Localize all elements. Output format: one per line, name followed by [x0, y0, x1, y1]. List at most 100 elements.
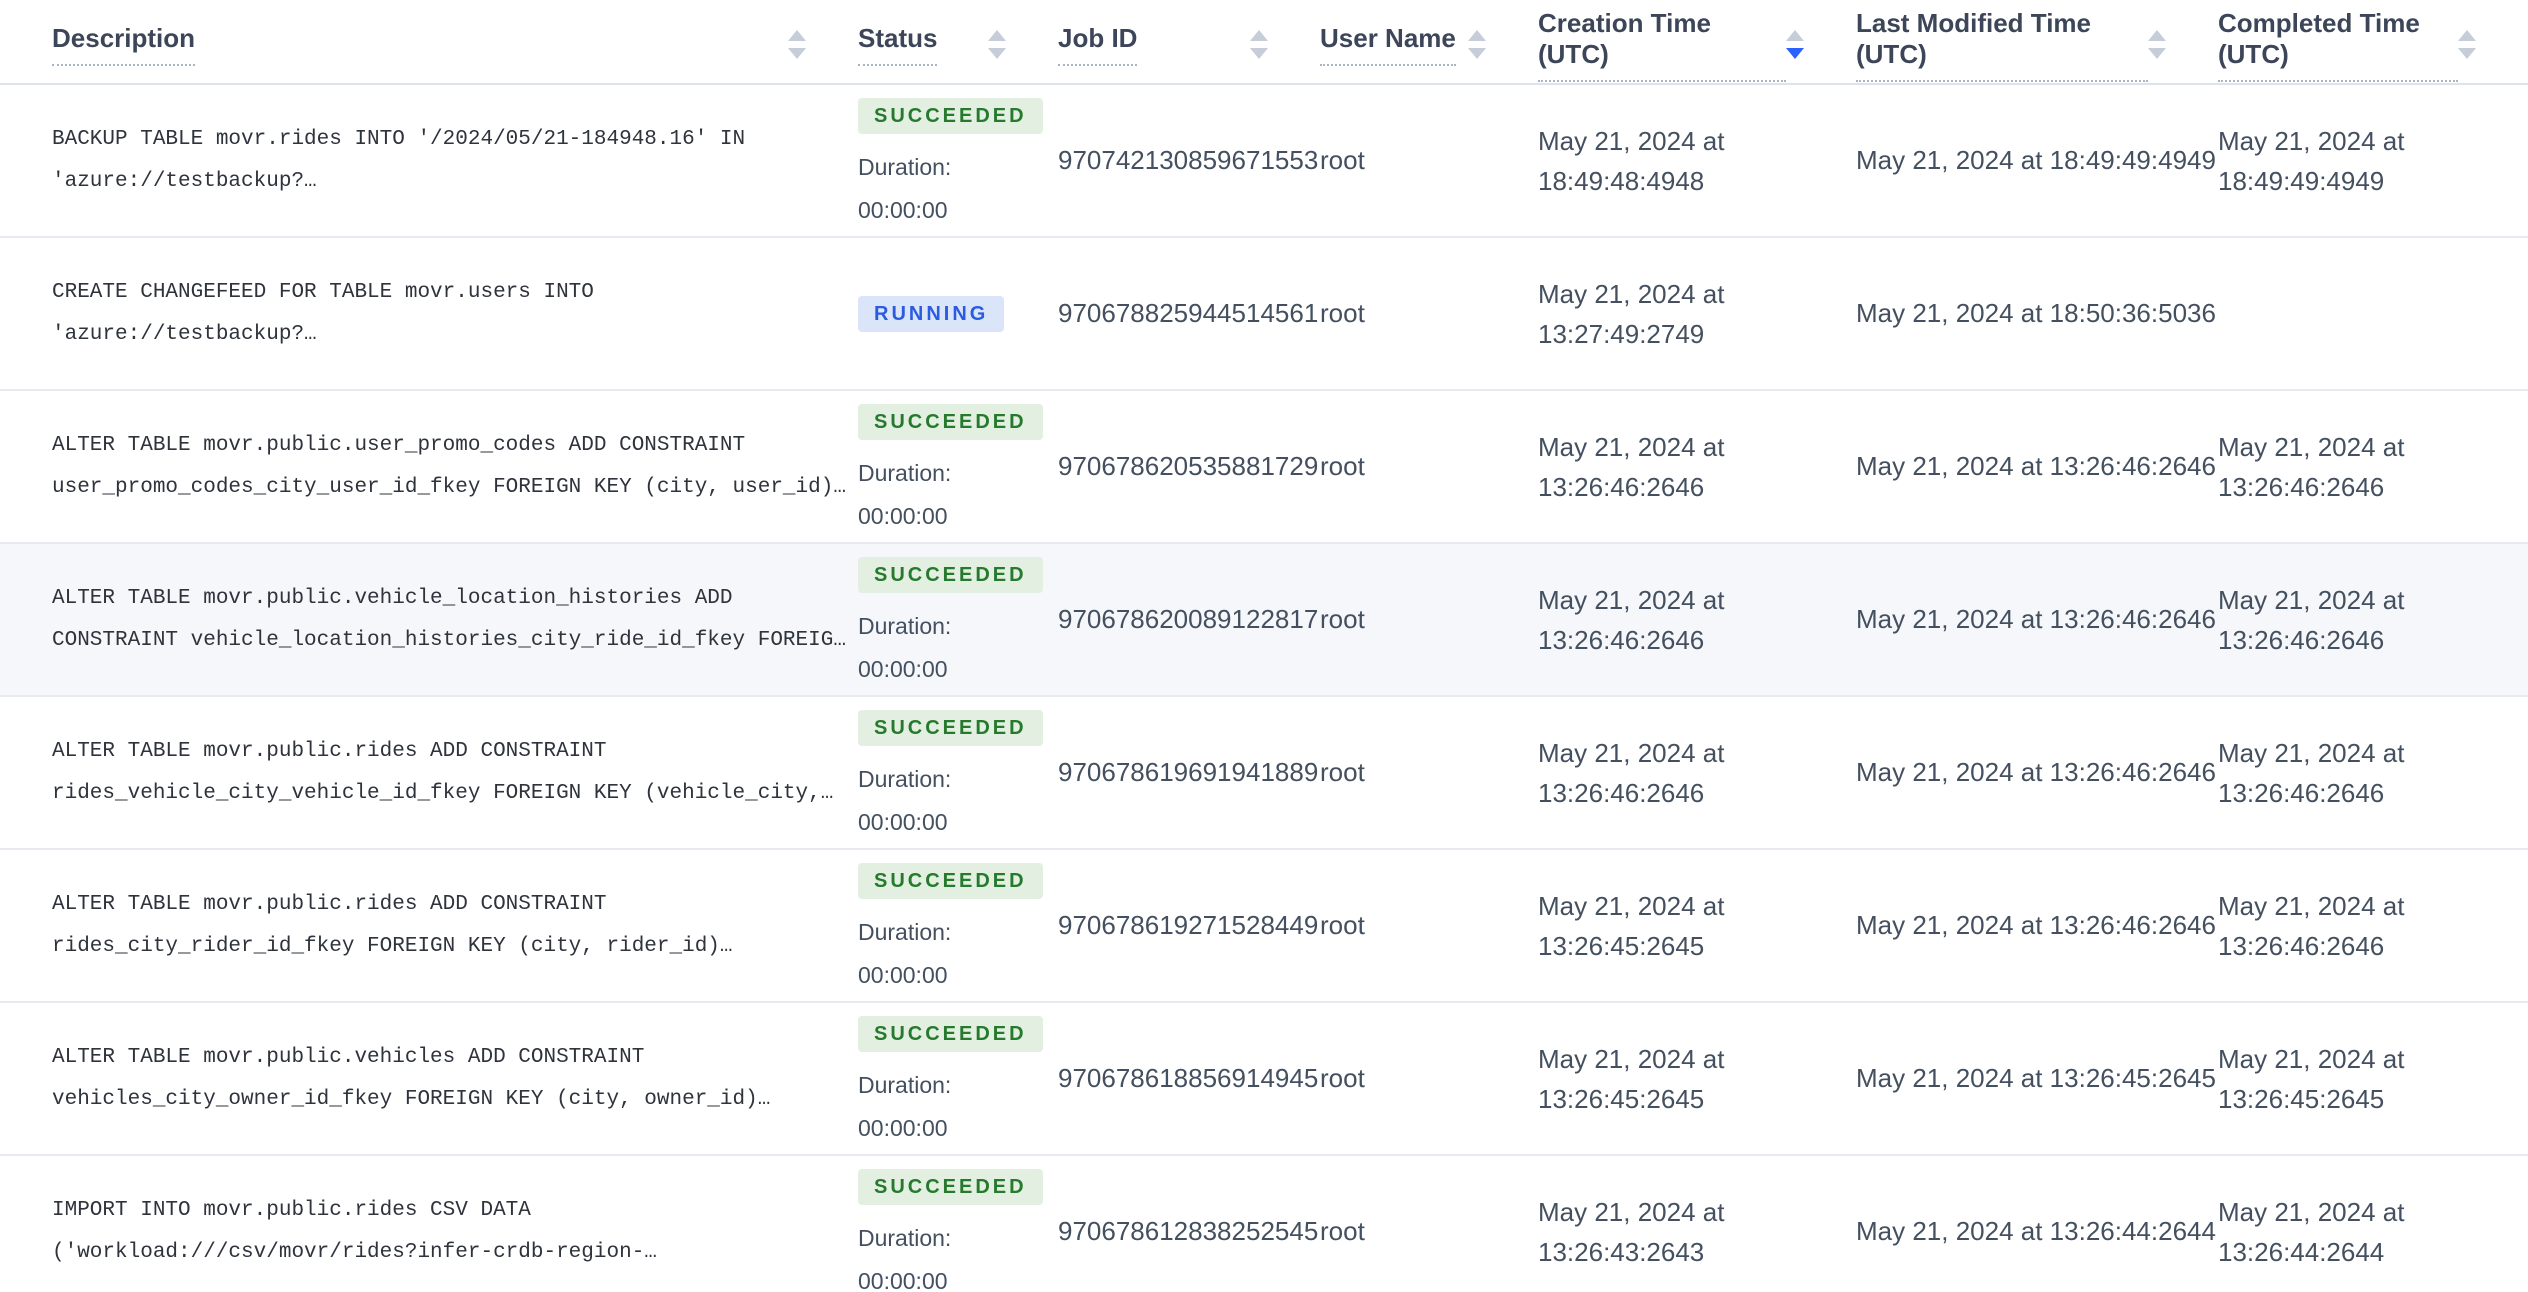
job-row[interactable]: BACKUP TABLE movr.rides INTO '/2024/05/2…	[0, 84, 2528, 238]
sort-desc-icon[interactable]	[788, 48, 806, 59]
user-name: root	[1320, 390, 1538, 544]
job-id: 970742130859671553	[1058, 84, 1320, 238]
status-badge: SUCCEEDED	[858, 556, 1043, 593]
duration-value: 00:00:00	[858, 1267, 948, 1292]
job-row[interactable]: IMPORT INTO movr.public.rides CSV DATA (…	[0, 1155, 2528, 1292]
column-header-completed-time[interactable]: Completed Time (UTC)	[2218, 0, 2528, 85]
sort-asc-icon[interactable]	[2148, 30, 2166, 41]
sort-arrows-icon[interactable]	[2148, 30, 2166, 59]
jobs-table-header: Description Status Job ID User Name Creation…	[0, 0, 2528, 85]
job-row[interactable]: ALTER TABLE movr.public.rides ADD CONSTR…	[0, 849, 2528, 1003]
sort-arrows-icon[interactable]	[988, 30, 1006, 59]
sort-asc-icon[interactable]	[1468, 30, 1486, 41]
job-description: CREATE CHANGEFEED FOR TABLE movr.users I…	[52, 280, 594, 346]
status-badge: SUCCEEDED	[858, 1015, 1043, 1052]
sort-desc-icon[interactable]	[1250, 48, 1268, 59]
user-name: root	[1320, 1002, 1538, 1156]
job-description-cell: ALTER TABLE movr.public.user_promo_codes…	[0, 390, 858, 544]
job-row[interactable]: ALTER TABLE movr.public.vehicle_location…	[0, 543, 2528, 697]
sort-desc-icon[interactable]	[2458, 48, 2476, 59]
column-header-status[interactable]: Status	[858, 0, 1058, 85]
job-description: ALTER TABLE movr.public.vehicles ADD CON…	[52, 1045, 771, 1111]
completed-time: May 21, 2024 at 18:49:49:4949	[2218, 84, 2528, 238]
job-id: 970678618856914945	[1058, 1002, 1320, 1156]
completed-time: May 21, 2024 at 13:26:46:2646	[2218, 390, 2528, 544]
duration-label: Duration:	[858, 918, 952, 945]
duration-value: 00:00:00	[858, 1114, 948, 1141]
column-label[interactable]: Job ID	[1058, 23, 1138, 66]
duration-label: Duration:	[858, 612, 952, 639]
job-description-cell: ALTER TABLE movr.public.rides ADD CONSTR…	[0, 696, 858, 850]
column-header-creation-time[interactable]: Creation Time (UTC)	[1538, 0, 1856, 85]
last-modified-time: May 21, 2024 at 13:26:46:2646	[1856, 543, 2218, 697]
column-header-inner: Completed Time (UTC)	[2218, 8, 2528, 82]
completed-time	[2218, 237, 2528, 391]
duration-label: Duration:	[858, 1071, 952, 1098]
column-header-last-modified-time[interactable]: Last Modified Time (UTC)	[1856, 0, 2218, 85]
column-header-inner: Job ID	[1058, 23, 1320, 66]
duration-label: Duration:	[858, 765, 952, 792]
sort-asc-icon[interactable]	[788, 30, 806, 41]
sort-arrows-icon[interactable]	[1250, 30, 1268, 59]
job-description: ALTER TABLE movr.public.user_promo_codes…	[52, 433, 846, 499]
completed-time: May 21, 2024 at 13:26:46:2646	[2218, 849, 2528, 1003]
status-badge: RUNNING	[858, 295, 1005, 332]
sort-desc-icon[interactable]	[2148, 48, 2166, 59]
column-label[interactable]: Description	[52, 23, 196, 66]
job-row[interactable]: ALTER TABLE movr.public.user_promo_codes…	[0, 390, 2528, 544]
column-label[interactable]: User Name	[1320, 23, 1456, 66]
column-label[interactable]: Status	[858, 23, 938, 66]
duration-value: 00:00:00	[858, 502, 948, 529]
creation-time: May 21, 2024 at 13:26:46:2646	[1538, 543, 1856, 697]
job-status-cell: SUCCEEDED Duration: 00:00:00	[858, 84, 1058, 238]
job-description: ALTER TABLE movr.public.rides ADD CONSTR…	[52, 739, 834, 805]
column-header-description[interactable]: Description	[0, 0, 858, 85]
completed-time: May 21, 2024 at 13:26:45:2645	[2218, 1002, 2528, 1156]
creation-time: May 21, 2024 at 13:26:45:2645	[1538, 849, 1856, 1003]
sort-arrows-icon[interactable]	[1468, 30, 1486, 59]
sort-desc-icon[interactable]	[1786, 48, 1804, 59]
status-badge: SUCCEEDED	[858, 97, 1043, 134]
job-row[interactable]: ALTER TABLE movr.public.rides ADD CONSTR…	[0, 696, 2528, 850]
status-badge: SUCCEEDED	[858, 403, 1043, 440]
completed-time: May 21, 2024 at 13:26:46:2646	[2218, 696, 2528, 850]
job-row[interactable]: ALTER TABLE movr.public.vehicles ADD CON…	[0, 1002, 2528, 1156]
last-modified-time: May 21, 2024 at 13:26:46:2646	[1856, 696, 2218, 850]
last-modified-time: May 21, 2024 at 13:26:45:2645	[1856, 1002, 2218, 1156]
duration-value: 00:00:00	[858, 808, 948, 835]
duration-label: Duration:	[858, 1224, 952, 1251]
sort-desc-icon[interactable]	[988, 48, 1006, 59]
creation-time: May 21, 2024 at 13:26:46:2646	[1538, 390, 1856, 544]
sort-desc-icon[interactable]	[1468, 48, 1486, 59]
sort-asc-icon[interactable]	[988, 30, 1006, 41]
job-description: IMPORT INTO movr.public.rides CSV DATA (…	[52, 1198, 657, 1264]
sort-asc-icon[interactable]	[1786, 30, 1804, 41]
job-id: 970678825944514561	[1058, 237, 1320, 391]
column-header-job-id[interactable]: Job ID	[1058, 0, 1320, 85]
creation-time: May 21, 2024 at 13:27:49:2749	[1538, 237, 1856, 391]
job-description-cell: ALTER TABLE movr.public.rides ADD CONSTR…	[0, 849, 858, 1003]
job-description: ALTER TABLE movr.public.vehicle_location…	[52, 586, 846, 652]
sort-arrows-icon[interactable]	[788, 30, 806, 59]
sort-asc-icon[interactable]	[2458, 30, 2476, 41]
column-header-inner: Description	[0, 23, 858, 66]
job-description: ALTER TABLE movr.public.rides ADD CONSTR…	[52, 892, 733, 958]
job-description-cell: CREATE CHANGEFEED FOR TABLE movr.users I…	[0, 237, 858, 391]
creation-time: May 21, 2024 at 18:49:48:4948	[1538, 84, 1856, 238]
status-badge: SUCCEEDED	[858, 1168, 1043, 1205]
job-description-cell: ALTER TABLE movr.public.vehicles ADD CON…	[0, 1002, 858, 1156]
duration-value: 00:00:00	[858, 196, 948, 223]
column-label[interactable]: Last Modified Time (UTC)	[1856, 8, 2148, 82]
sort-arrows-icon[interactable]	[1786, 30, 1804, 59]
user-name: root	[1320, 84, 1538, 238]
user-name: root	[1320, 237, 1538, 391]
job-description-cell: ALTER TABLE movr.public.vehicle_location…	[0, 543, 858, 697]
column-label[interactable]: Creation Time (UTC)	[1538, 8, 1786, 82]
job-description-cell: BACKUP TABLE movr.rides INTO '/2024/05/2…	[0, 84, 858, 238]
sort-arrows-icon[interactable]	[2458, 30, 2476, 59]
column-header-user-name[interactable]: User Name	[1320, 0, 1538, 85]
job-row[interactable]: CREATE CHANGEFEED FOR TABLE movr.users I…	[0, 237, 2528, 391]
sort-asc-icon[interactable]	[1250, 30, 1268, 41]
column-label[interactable]: Completed Time (UTC)	[2218, 8, 2458, 82]
creation-time: May 21, 2024 at 13:26:45:2645	[1538, 1002, 1856, 1156]
